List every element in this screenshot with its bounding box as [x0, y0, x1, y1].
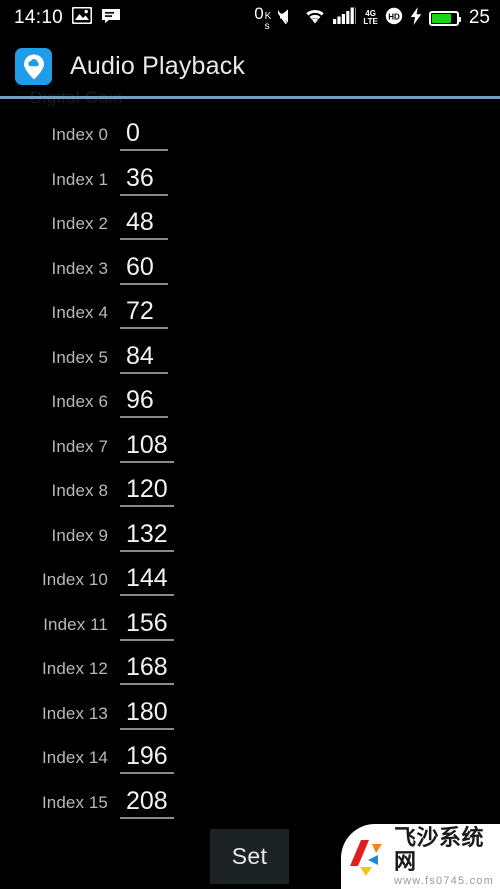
cloud-pin-icon[interactable] — [15, 48, 52, 85]
index-label: Index 7 — [51, 436, 108, 456]
list-item[interactable]: Index 13 180 — [0, 692, 500, 736]
index-label: Index 3 — [51, 258, 108, 278]
index-value-input[interactable]: 144 — [120, 564, 174, 596]
index-label: Index 10 — [41, 570, 108, 589]
4g-lte-icon: 4G LTE — [363, 10, 378, 26]
index-value-input[interactable]: 72 — [120, 297, 168, 329]
list-item[interactable]: Index 11 156 — [0, 603, 500, 647]
index-value-input[interactable]: 180 — [120, 698, 174, 730]
index-label: Index 13 — [41, 703, 108, 723]
index-value-input[interactable]: 96 — [120, 386, 168, 418]
watermark-brand: 飞沙系统网 — [394, 824, 485, 874]
status-bar-left: 14:10 — [14, 6, 121, 29]
wifi-icon — [304, 7, 326, 29]
index-label: Index 2 — [51, 214, 108, 233]
mute-icon — [276, 7, 297, 30]
list-item[interactable]: Index 15 208 — [0, 781, 500, 825]
index-label: Index 12 — [41, 659, 108, 678]
list-item[interactable]: Index 6 96 — [0, 380, 500, 424]
photo-icon — [71, 6, 93, 29]
index-label: Index 6 — [51, 392, 108, 411]
battery-percent-label: 25 — [468, 7, 490, 28]
list-item[interactable]: Index 3 60 — [0, 247, 500, 291]
list-item[interactable]: Index 14 196 — [0, 736, 500, 780]
watermark: 飞沙系统网 www.fs0745.com — [341, 824, 500, 889]
index-value-input[interactable]: 84 — [120, 342, 168, 374]
network-tech-bottom: LTE — [363, 17, 378, 26]
list-item[interactable]: Index 5 84 — [0, 336, 500, 380]
list-item[interactable]: Index 8 120 — [0, 469, 500, 513]
index-label: Index 0 — [51, 125, 108, 144]
index-label: Index 5 — [51, 347, 108, 367]
index-list[interactable]: Index 0 0 Index 1 36 Index 2 48 Index 3 60 Index… — [0, 100, 500, 820]
list-item[interactable]: Index 2 48 — [0, 202, 500, 246]
index-value-input[interactable]: 168 — [120, 653, 174, 685]
data-speed-unit: K s — [265, 12, 272, 32]
charging-bolt-icon — [410, 6, 422, 30]
header-divider — [0, 96, 500, 99]
index-value-input[interactable]: 0 — [120, 119, 168, 151]
data-speed-unit-bottom: s — [264, 21, 270, 32]
watermark-text: 飞沙系统网 www.fs0745.com — [394, 824, 500, 888]
status-bar: 14:10 0 K s 4G LTE HD 25 — [0, 0, 500, 36]
signal-bars-icon — [333, 7, 357, 29]
index-value-input[interactable]: 208 — [120, 787, 174, 819]
index-label: Index 15 — [41, 792, 108, 812]
battery-icon — [428, 10, 461, 26]
list-item[interactable]: Index 1 36 — [0, 158, 500, 202]
index-label: Index 1 — [51, 169, 108, 189]
list-item[interactable]: Index 7 108 — [0, 425, 500, 469]
index-value-input[interactable]: 60 — [120, 253, 168, 285]
index-value-input[interactable]: 108 — [120, 431, 174, 463]
battery-fill — [431, 13, 451, 23]
index-value-input[interactable]: 120 — [120, 475, 174, 507]
data-speed-indicator: 0 K s — [254, 4, 271, 32]
list-item[interactable]: Index 10 144 — [0, 558, 500, 602]
index-label: Index 9 — [51, 525, 108, 545]
list-item[interactable]: Index 9 132 — [0, 514, 500, 558]
index-value-input[interactable]: 36 — [120, 164, 168, 196]
index-label: Index 14 — [41, 748, 108, 767]
set-button[interactable]: Set — [210, 829, 289, 884]
index-label: Index 8 — [51, 481, 108, 500]
page-title: Audio Playback — [70, 52, 246, 80]
list-item[interactable]: Index 0 0 — [0, 113, 500, 157]
site-logo-icon — [348, 836, 390, 878]
index-label: Index 4 — [51, 303, 108, 322]
list-item[interactable]: Index 12 168 — [0, 647, 500, 691]
index-value-input[interactable]: 48 — [120, 208, 168, 240]
list-item[interactable]: Index 4 72 — [0, 291, 500, 335]
svg-text:HD: HD — [388, 12, 400, 21]
data-speed-value: 0 — [254, 4, 264, 23]
phone-screen: 14:10 0 K s 4G LTE HD 25 Audio Playback … — [0, 0, 500, 889]
watermark-url: www.fs0745.com — [394, 874, 494, 887]
index-value-input[interactable]: 196 — [120, 742, 174, 774]
index-value-input[interactable]: 156 — [120, 609, 174, 641]
index-value-input[interactable]: 132 — [120, 520, 174, 552]
message-icon — [101, 8, 121, 29]
status-bar-right: 0 K s 4G LTE HD 25 — [254, 4, 490, 32]
hd-icon: HD — [385, 7, 403, 30]
index-label: Index 11 — [43, 614, 108, 634]
status-clock: 14:10 — [14, 7, 64, 28]
